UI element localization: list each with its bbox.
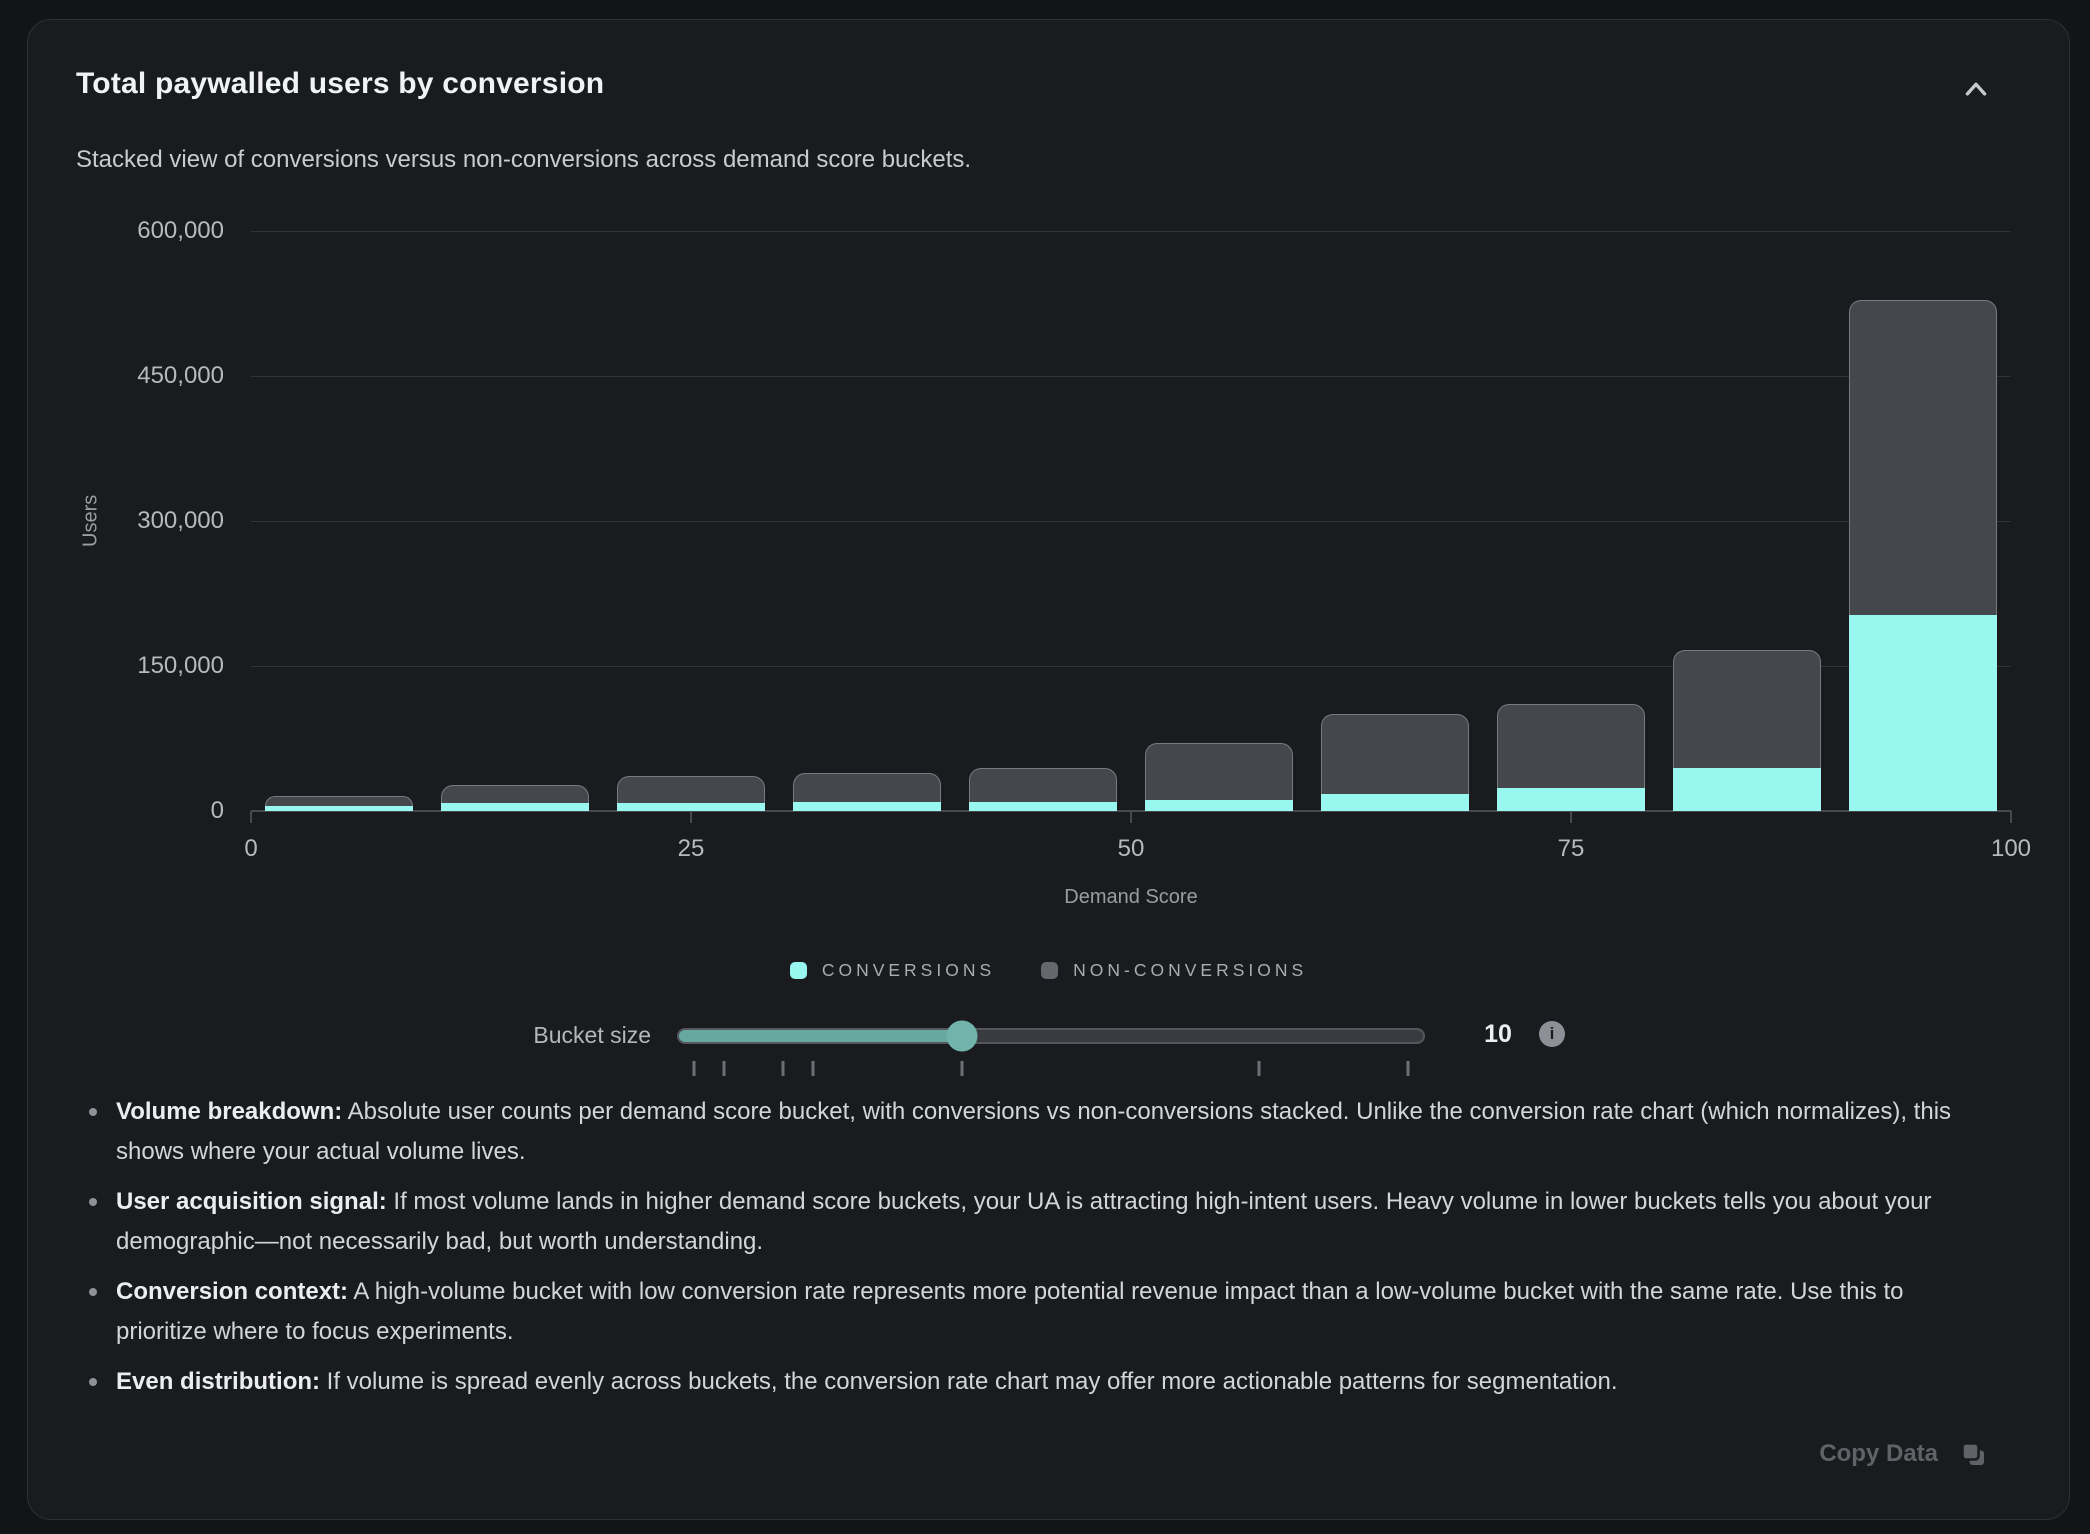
slider-value: 10 — [1462, 1020, 1534, 1049]
note-text: User acquisition signal: If most volume … — [116, 1182, 1994, 1262]
gridline — [251, 521, 2011, 522]
x-axis-title: Demand Score — [251, 886, 2011, 909]
gridline — [251, 376, 2011, 377]
copy-data-button[interactable]: Copy Data — [1819, 1440, 1987, 1468]
bullet-dot — [89, 1198, 97, 1206]
stacked-bar-50-60[interactable] — [1145, 743, 1293, 811]
y-tick-label: 0 — [4, 796, 224, 826]
bar-segment-non-conversions[interactable] — [1849, 300, 1997, 615]
stacked-bar-10-20[interactable] — [441, 785, 589, 811]
slider-tick-mark — [722, 1061, 725, 1076]
legend-item[interactable]: NON-CONVERSIONS — [1041, 960, 1307, 981]
bar-segment-conversions[interactable] — [1673, 768, 1821, 811]
y-tick-label: 450,000 — [4, 361, 224, 391]
y-tick-label: 600,000 — [4, 216, 224, 246]
bar-segment-conversions[interactable] — [793, 802, 941, 811]
slider-fill — [679, 1030, 962, 1042]
copy-icon — [1960, 1441, 1987, 1468]
bar-segment-conversions[interactable] — [969, 802, 1117, 811]
bar-segment-conversions[interactable] — [617, 803, 765, 811]
stacked-bar-0-10[interactable] — [265, 796, 413, 811]
bullet-dot — [89, 1378, 97, 1386]
card-title: Total paywalled users by conversion — [76, 67, 604, 101]
bar-segment-conversions[interactable] — [1497, 788, 1645, 811]
stacked-bar-80-90[interactable] — [1673, 650, 1821, 811]
bar-segment-non-conversions[interactable] — [265, 796, 413, 807]
bar-segment-conversions[interactable] — [441, 803, 589, 811]
x-tick-label: 25 — [678, 835, 705, 863]
bar-segment-non-conversions[interactable] — [969, 768, 1117, 802]
slider-tick-mark — [960, 1061, 963, 1076]
stacked-bar-30-40[interactable] — [793, 773, 941, 811]
note-text: Even distribution: If volume is spread e… — [116, 1362, 1618, 1402]
bar-segment-conversions[interactable] — [1321, 794, 1469, 811]
bar-segment-non-conversions[interactable] — [1673, 650, 1821, 769]
bar-segment-non-conversions[interactable] — [441, 785, 589, 804]
slider-label: Bucket size — [378, 1022, 651, 1049]
legend-label: CONVERSIONS — [822, 960, 995, 981]
card-footer: Copy Data — [1819, 1440, 1987, 1468]
collapse-button[interactable] — [1953, 68, 1999, 112]
chart-legend: CONVERSIONS NON-CONVERSIONS — [28, 960, 2069, 981]
bucket-size-slider[interactable] — [677, 1028, 1425, 1044]
slider-tick-mark — [1407, 1061, 1410, 1076]
page-background: Total paywalled users by conversion Stac… — [0, 0, 2090, 1534]
slider-tick-mark — [782, 1061, 785, 1076]
note-item: Even distribution: If volume is spread e… — [89, 1362, 1994, 1402]
slider-tick-mark — [1258, 1061, 1261, 1076]
bar-segment-non-conversions[interactable] — [793, 773, 941, 802]
legend-swatch-icon — [1041, 962, 1058, 979]
plot-area: 0150,000300,000450,000600,0000255075100 — [251, 231, 2011, 811]
stacked-bar-40-50[interactable] — [969, 768, 1117, 812]
copy-data-label: Copy Data — [1819, 1440, 1938, 1468]
x-tick-label: 50 — [1118, 835, 1145, 863]
x-tick-mark — [2010, 811, 2012, 823]
info-icon[interactable]: i — [1539, 1021, 1565, 1047]
card-subtitle: Stacked view of conversions versus non-c… — [76, 146, 971, 174]
x-tick-label: 75 — [1558, 835, 1585, 863]
notes-list: Volume breakdown: Absolute user counts p… — [89, 1092, 1994, 1402]
stacked-bar-70-80[interactable] — [1497, 704, 1645, 811]
chevron-up-icon — [1953, 68, 1999, 112]
legend-label: NON-CONVERSIONS — [1073, 960, 1307, 981]
bar-segment-conversions[interactable] — [1849, 615, 1997, 811]
note-item: User acquisition signal: If most volume … — [89, 1182, 1994, 1262]
legend-swatch-icon — [790, 962, 807, 979]
bar-segment-non-conversions[interactable] — [617, 776, 765, 802]
bullet-dot — [89, 1288, 97, 1296]
bar-segment-conversions[interactable] — [1145, 800, 1293, 811]
bar-segment-non-conversions[interactable] — [1497, 704, 1645, 788]
stacked-bar-60-70[interactable] — [1321, 714, 1469, 811]
x-tick-label: 100 — [1991, 835, 2031, 863]
stacked-bar-20-30[interactable] — [617, 776, 765, 811]
x-tick-mark — [1130, 811, 1132, 823]
y-tick-label: 150,000 — [4, 651, 224, 681]
x-tick-label: 0 — [244, 835, 257, 863]
slider-tick-mark — [692, 1061, 695, 1076]
stacked-bar-90-100[interactable] — [1849, 300, 1997, 811]
chart-card: Total paywalled users by conversion Stac… — [27, 19, 2070, 1520]
slider-thumb[interactable] — [946, 1021, 977, 1052]
x-tick-mark — [1570, 811, 1572, 823]
note-text: Volume breakdown: Absolute user counts p… — [116, 1092, 1994, 1172]
note-item: Volume breakdown: Absolute user counts p… — [89, 1092, 1994, 1172]
bar-segment-non-conversions[interactable] — [1145, 743, 1293, 799]
bullet-dot — [89, 1108, 97, 1116]
x-tick-mark — [250, 811, 252, 823]
bar-segment-non-conversions[interactable] — [1321, 714, 1469, 794]
y-tick-label: 300,000 — [4, 506, 224, 536]
slider-tick-mark — [811, 1061, 814, 1076]
bar-segment-conversions[interactable] — [265, 806, 413, 811]
note-item: Conversion context: A high-volume bucket… — [89, 1272, 1994, 1352]
note-text: Conversion context: A high-volume bucket… — [116, 1272, 1994, 1352]
legend-item[interactable]: CONVERSIONS — [790, 960, 995, 981]
gridline — [251, 231, 2011, 232]
x-tick-mark — [690, 811, 692, 823]
